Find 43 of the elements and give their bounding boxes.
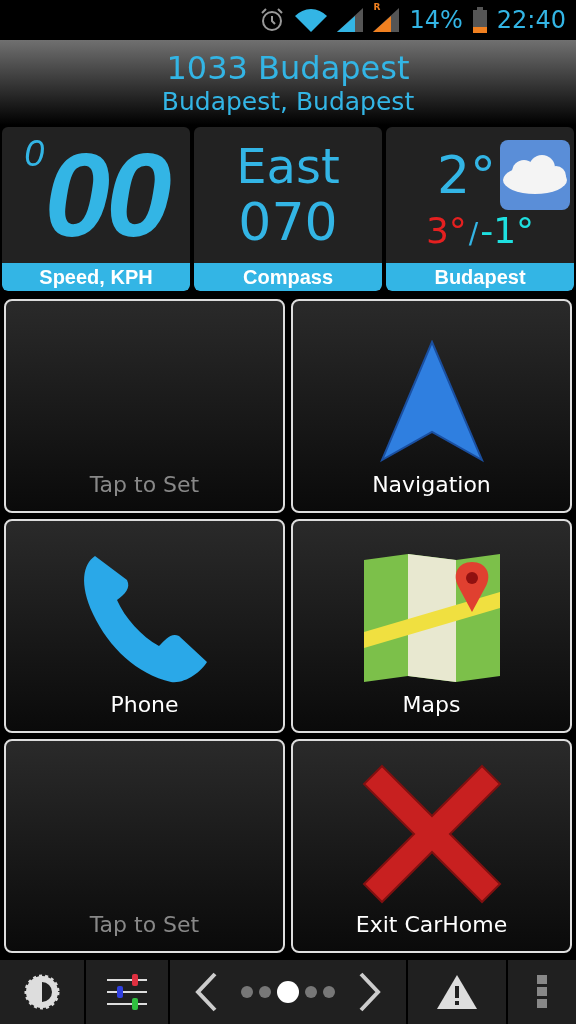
page-dot[interactable] — [277, 981, 299, 1003]
roaming-mark: R — [373, 2, 381, 12]
speed-prefix: 0 — [24, 136, 45, 172]
previous-icon[interactable] — [195, 972, 217, 1012]
compass-heading: 070 — [238, 193, 338, 251]
separator: / — [468, 216, 479, 250]
widget-label: Speed, KPH — [2, 263, 190, 291]
warning-icon — [437, 975, 477, 1009]
speed-value: 00 — [44, 136, 168, 254]
low-temperature: -1° — [480, 209, 535, 251]
page-dot[interactable] — [259, 986, 271, 998]
widget-card[interactable]: 2° 3°/-1° Budapest — [386, 127, 574, 291]
menu-icon — [537, 975, 547, 1009]
page-dot[interactable] — [241, 986, 253, 998]
signal-icon — [337, 8, 364, 32]
widget-card[interactable]: East 070 Compass — [194, 127, 382, 291]
brightness-icon — [24, 974, 60, 1010]
wifi-icon — [295, 8, 328, 32]
app-tile[interactable]: Maps — [291, 519, 572, 733]
compass-direction: East — [236, 139, 340, 193]
widget-label: Compass — [194, 263, 382, 291]
arrow-icon — [379, 340, 484, 464]
page-dot[interactable] — [305, 986, 317, 998]
battery-icon — [472, 7, 487, 33]
temperature: 2° — [436, 144, 496, 205]
address-subtitle: Budapest, Budapest — [161, 86, 415, 117]
address-title: 1033 Budapest — [166, 48, 410, 87]
app-tile[interactable]: Tap to Set — [4, 739, 285, 953]
clock: 22:40 — [496, 6, 566, 34]
app-tile[interactable]: Exit CarHome — [291, 739, 572, 953]
sliders-icon — [107, 974, 147, 1010]
high-temperature: 3° — [425, 209, 467, 251]
app-tile[interactable]: Tap to Set — [4, 299, 285, 513]
app-tile[interactable]: Navigation — [291, 299, 572, 513]
cross-icon — [361, 764, 502, 904]
cloud-icon — [500, 139, 570, 210]
signal-icon — [373, 8, 400, 32]
page-dot[interactable] — [323, 986, 335, 998]
widget-label: Budapest — [386, 263, 574, 291]
app-tile[interactable]: Phone — [4, 519, 285, 733]
battery-percent: 14% — [409, 6, 463, 34]
next-icon[interactable] — [359, 972, 381, 1012]
map-icon — [361, 552, 502, 684]
